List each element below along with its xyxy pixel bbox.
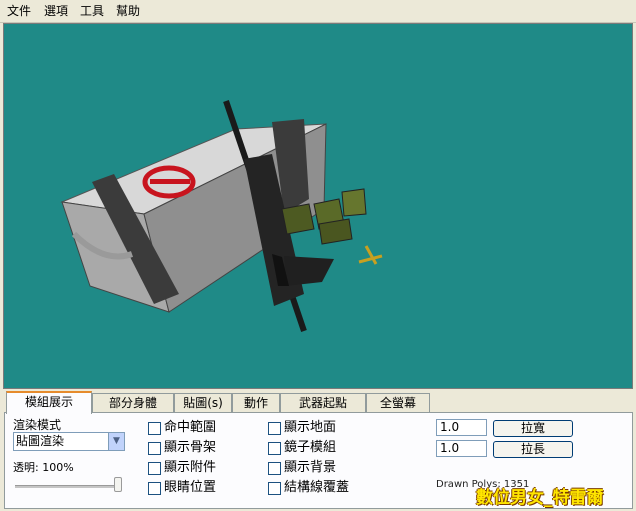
checkbox-box[interactable]	[148, 442, 161, 455]
watermark: 數位男女_特雷爾	[476, 488, 604, 508]
checkbox-label: 命中範圍	[164, 420, 217, 435]
tab-body-parts[interactable]: 部分身體	[92, 393, 174, 412]
menu-options[interactable]: 選項	[44, 4, 68, 18]
checkbox-box[interactable]	[268, 422, 281, 435]
tab-textures[interactable]: 貼圖(s)	[174, 393, 232, 412]
render-mode-label: 渲染模式	[13, 418, 62, 432]
menu-bar: 文件 選項 工具 幫助	[0, 0, 636, 23]
checkbox-label: 鏡子模組	[284, 440, 337, 455]
checkbox-box[interactable]	[148, 482, 161, 495]
tab-weapon-origin[interactable]: 武器起點	[280, 393, 366, 412]
render-mode-select[interactable]: 貼圖渲染 ▼	[13, 432, 125, 451]
checkbox-box[interactable]	[268, 442, 281, 455]
checkbox-box[interactable]	[148, 422, 161, 435]
checkbox-box[interactable]	[268, 482, 281, 495]
weapon-model-render	[60, 100, 383, 332]
transparency-slider-thumb[interactable]	[114, 477, 122, 492]
tab-strip: 模組展示 部分身體 貼圖(s) 動作 武器起點 全螢幕	[4, 391, 632, 414]
menu-help[interactable]: 幫助	[116, 4, 140, 18]
transparency-slider-track[interactable]	[15, 485, 119, 488]
tab-model-display[interactable]: 模組展示	[6, 391, 92, 414]
tab-fullscreen[interactable]: 全螢幕	[366, 393, 430, 412]
length-scale-input[interactable]: 1.0	[436, 440, 487, 457]
checkbox-label: 顯示附件	[164, 460, 217, 475]
width-scale-input[interactable]: 1.0	[436, 419, 487, 436]
stretch-width-button[interactable]: 拉寬	[493, 420, 573, 437]
menu-tools[interactable]: 工具	[80, 4, 104, 18]
checkbox-label: 顯示背景	[284, 460, 337, 475]
render-mode-value: 貼圖渲染	[16, 434, 65, 448]
checkbox-label: 眼睛位置	[164, 480, 217, 495]
transparency-label: 透明: 100%	[13, 461, 74, 474]
checkbox-box[interactable]	[148, 462, 161, 475]
tab-animations[interactable]: 動作	[232, 393, 280, 412]
checkbox-label: 顯示骨架	[164, 440, 217, 455]
checkbox-label: 結構線覆蓋	[284, 480, 350, 495]
menu-file[interactable]: 文件	[7, 4, 31, 18]
model-viewport[interactable]	[3, 23, 633, 389]
checkbox-label: 顯示地面	[284, 420, 337, 435]
checkbox-box[interactable]	[268, 462, 281, 475]
stretch-length-button[interactable]: 拉長	[493, 441, 573, 458]
chevron-down-icon[interactable]: ▼	[108, 433, 124, 450]
